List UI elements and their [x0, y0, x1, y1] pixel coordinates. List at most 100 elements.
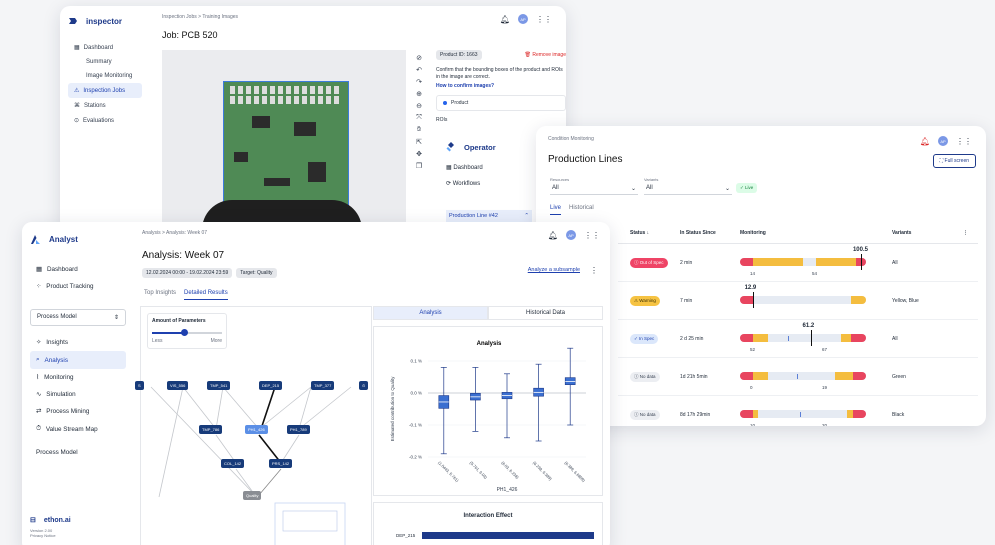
bell-icon[interactable]: 🔔︎	[920, 137, 930, 146]
table-row[interactable]: ⓘ Out of Spec 2 min 100.5 14 54 All	[618, 244, 978, 282]
sidebar-item-simulation[interactable]: ∿ Simulation	[30, 386, 126, 403]
status-badge: ⓘ No data	[630, 409, 660, 420]
sidebar-item-inspection-jobs[interactable]: ⚠ Inspection Jobs	[68, 83, 142, 98]
process-model-value: Process Model	[37, 314, 77, 320]
avatar[interactable]: AP	[938, 136, 948, 146]
zoom-out-icon[interactable]: ⊖	[416, 102, 422, 110]
analyst-logo[interactable]: Analyst	[30, 234, 126, 245]
graph-node[interactable]: S	[135, 381, 144, 390]
sidebar-item-stations[interactable]: ⌘ Stations	[68, 98, 142, 113]
sidebar-item-value-stream-map[interactable]: ⏱ Value Stream Map	[30, 420, 126, 438]
analysis-tabs: Top Insights Detailed Results	[144, 290, 228, 300]
graph-node[interactable]: DEP_215	[259, 381, 283, 390]
image-canvas[interactable]	[162, 50, 406, 231]
inspector-logo[interactable]: inspector	[68, 16, 142, 26]
tab-historical[interactable]: Historical	[569, 205, 594, 215]
operator-nav-workflows[interactable]: ⟳ Workflows	[446, 180, 480, 187]
zoom-in-icon[interactable]: ⊕	[416, 90, 422, 98]
sidebar-item-insights[interactable]: ✧ Insights	[30, 334, 126, 351]
analyze-subsample-link[interactable]: Analyze a subsample	[528, 267, 580, 273]
table-row[interactable]: ✓ In Spec 2 d 25 min 61.2 52 67 All	[618, 320, 978, 358]
graph-node[interactable]: PRS_142	[269, 459, 293, 468]
apps-grid-icon[interactable]: ⋮⋮	[956, 137, 972, 146]
production-line-label: Production Line #42	[449, 213, 498, 219]
sidebar-item-dashboard[interactable]: ▦ Dashboard	[30, 261, 126, 278]
sidebar-item-image-monitoring[interactable]: Image Monitoring	[68, 69, 142, 83]
tab-live[interactable]: Live	[550, 205, 562, 215]
kebab-icon[interactable]: ⋮	[963, 230, 978, 236]
remove-image-button[interactable]: 🗑︎ Remove image	[525, 52, 566, 58]
tab-detailed-results[interactable]: Detailed Results	[184, 290, 228, 300]
copy-icon[interactable]: ❐	[416, 162, 422, 170]
tab-top-insights[interactable]: Top Insights	[144, 290, 176, 300]
pcb-image[interactable]	[223, 81, 349, 207]
graph-node[interactable]: TMP_541	[207, 381, 231, 390]
status-cell: ✓ In Spec	[618, 333, 680, 344]
causal-graph[interactable]: Amount of Parameters Less More S VIS_556…	[135, 306, 372, 545]
graph-node[interactable]: COL_142	[221, 459, 245, 468]
x-tick-label: (6.238, 6.389)	[532, 460, 554, 482]
dashboard-icon: ▦	[446, 165, 452, 171]
bar-segment	[834, 372, 854, 380]
insights-icon: ✧	[36, 339, 42, 346]
privacy-link[interactable]: Privacy Notice	[30, 533, 71, 538]
apps-grid-icon[interactable]: ⋮⋮	[584, 231, 600, 240]
graph-node[interactable]: TMP_377	[311, 381, 335, 390]
bell-icon[interactable]: 🔔︎	[548, 231, 558, 240]
graph-node[interactable]: VIS_556	[167, 381, 189, 390]
operator-logo[interactable]: Operator	[446, 142, 496, 152]
hide-icon[interactable]: ⊘	[416, 54, 422, 62]
kebab-icon[interactable]: ⋮	[590, 266, 598, 275]
move-icon[interactable]: ✥	[416, 150, 422, 158]
sidebar-item-dashboard[interactable]: ▦ Dashboard	[68, 40, 142, 55]
how-to-confirm-link[interactable]: How to confirm images?	[436, 83, 566, 89]
bell-icon[interactable]: 🔔︎	[500, 15, 510, 24]
graph-node-quality[interactable]: Quality	[243, 491, 262, 500]
stations-icon: ⌘	[74, 103, 80, 109]
tab-historical-data[interactable]: Historical Data	[488, 306, 603, 320]
product-item[interactable]: Product	[436, 95, 566, 111]
graph-node-selected[interactable]: PH1_426	[245, 425, 268, 434]
live-label: Live	[745, 185, 754, 190]
process-model-select[interactable]: Process Model ⇕	[30, 309, 126, 326]
avatar[interactable]: AP	[566, 230, 576, 240]
analyst-sidebar: Analyst ▦ Dashboard ⁘ Product Tracking Pro…	[22, 222, 134, 545]
operator-nav-dashboard[interactable]: ▦ Dashboard	[446, 164, 483, 171]
bar-segment	[757, 410, 848, 418]
resources-select[interactable]: All ⌄	[550, 183, 638, 195]
fit-icon[interactable]: ⤧	[416, 114, 422, 122]
sidebar-item-analysis[interactable]: ⌕ Analysis	[30, 351, 126, 369]
variants-select[interactable]: All ⌄	[644, 183, 732, 195]
inspector-sidebar: inspector ▦ Dashboard Summary Image Monitor…	[60, 6, 150, 231]
sidebar-item-evaluations[interactable]: ⊙ Evaluations	[68, 113, 142, 128]
tab-analysis[interactable]: Analysis	[373, 306, 488, 320]
sidebar-item-label: Analysis	[44, 356, 68, 364]
graph-node[interactable]: TMP_786	[199, 425, 223, 434]
full-screen-button[interactable]: ⛶ Full screen	[932, 154, 976, 168]
inspector-logo-icon	[69, 18, 77, 24]
node-label: TMP_786	[202, 427, 220, 432]
apps-grid-icon[interactable]: ⋮⋮	[536, 15, 552, 24]
remove-image-label: Remove image	[532, 52, 566, 58]
rois-label: ROIs	[436, 117, 448, 123]
status-badge: ⓘ No data	[630, 371, 660, 382]
sidebar-item-monitoring[interactable]: ⌇ Monitoring	[30, 369, 126, 386]
table-row[interactable]: ⚠ Warning 7 min 12.9 Yellow, Blue	[618, 282, 978, 320]
sidebar-item-process-mining[interactable]: ⇄ Process Mining	[30, 403, 126, 420]
sidebar-item-summary[interactable]: Summary	[68, 55, 142, 69]
avatar[interactable]: AP	[518, 14, 528, 24]
interaction-row-label: DEP_215	[396, 533, 416, 538]
redo-icon[interactable]: ↷	[416, 78, 422, 86]
production-line-select[interactable]: Production Line #42 ⌃	[446, 210, 532, 222]
node-label: PH1_426	[248, 427, 265, 432]
sidebar-item-product-tracking[interactable]: ⁘ Product Tracking	[30, 278, 126, 295]
status-header[interactable]: Status ↓	[618, 230, 680, 236]
undo-icon[interactable]: ↶	[416, 66, 422, 74]
pan-icon[interactable]: ✋︎	[417, 126, 421, 134]
graph-node[interactable]: PH1_789	[287, 425, 310, 434]
x-tick-label: (6.03, 6.238)	[500, 460, 520, 480]
export-icon[interactable]: ⇱	[416, 138, 422, 146]
table-row[interactable]: ⓘ No data 1d 21h 5min 0 19 Green	[618, 358, 978, 396]
table-row[interactable]: ⓘ No data 8d 17h 29min 10 20 Black	[618, 396, 978, 426]
graph-node[interactable]: ⊙	[359, 381, 369, 390]
